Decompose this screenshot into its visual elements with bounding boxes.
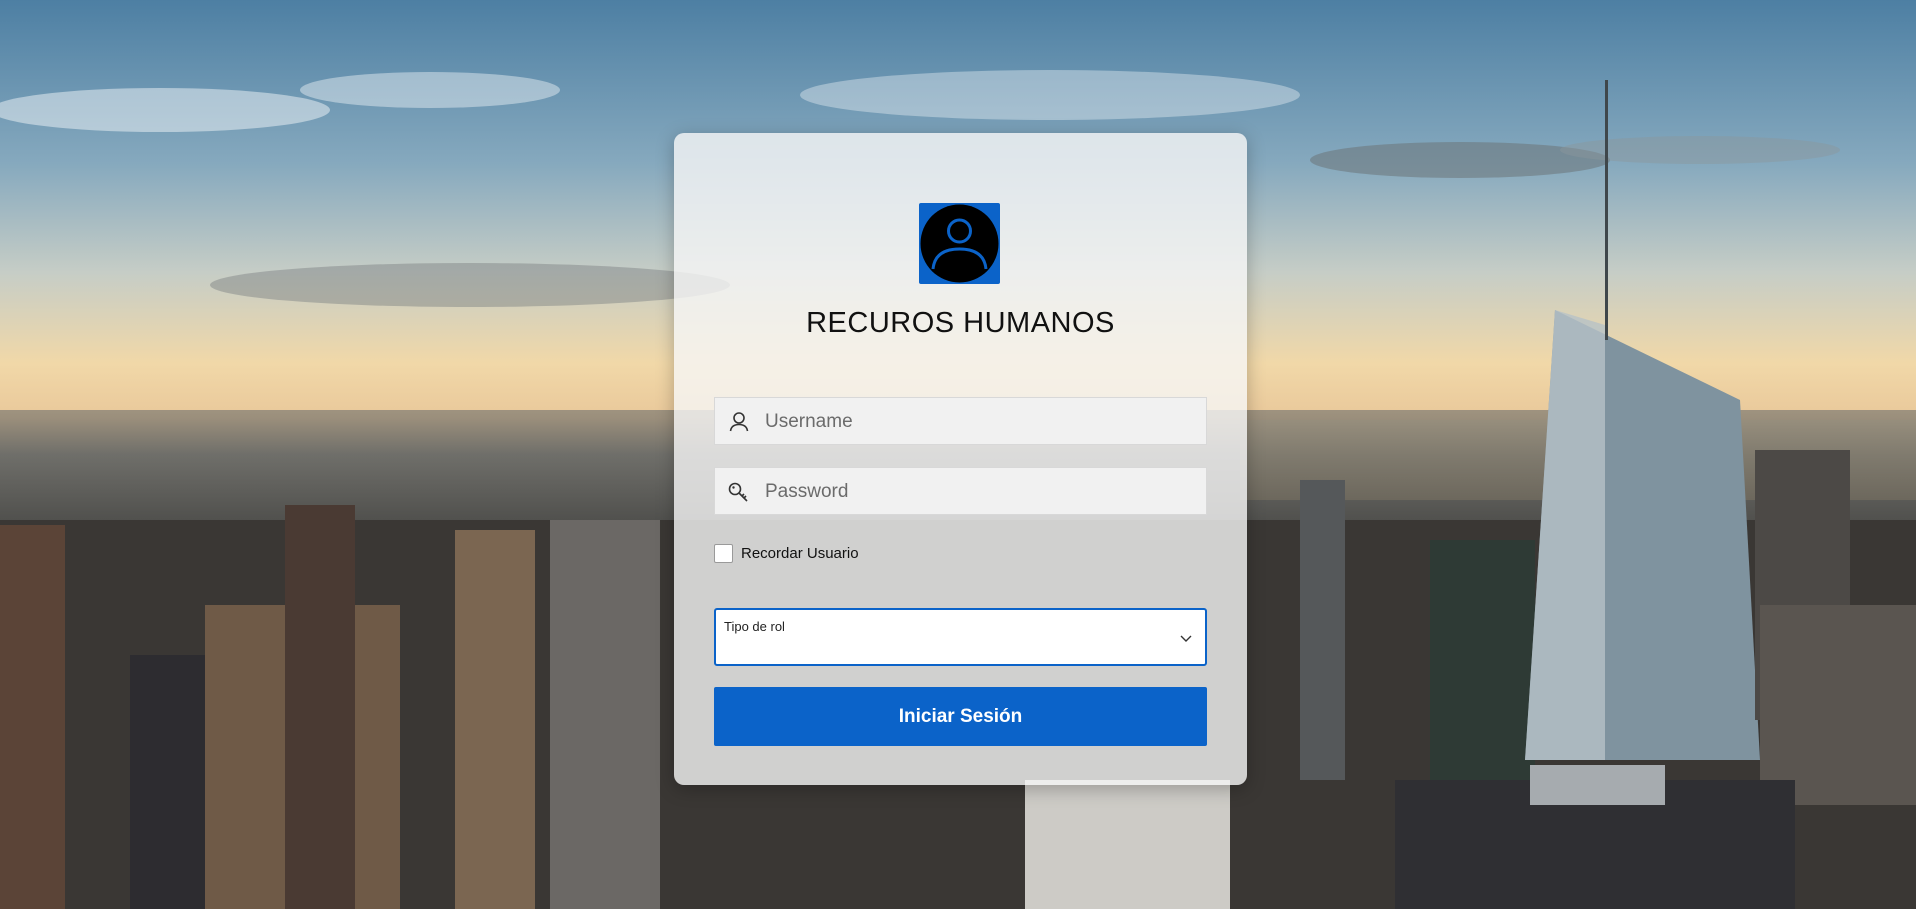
role-type-label: Tipo de rol xyxy=(724,619,785,634)
username-input[interactable] xyxy=(763,398,1197,446)
page-title: RECUROS HUMANOS xyxy=(806,307,1115,339)
key-icon xyxy=(727,480,751,504)
remember-user-checkbox[interactable] xyxy=(714,544,733,563)
remember-user-label[interactable]: Recordar Usuario xyxy=(741,545,859,562)
login-card: RECUROS HUMANOS Recordar Usuario Tipo de… xyxy=(674,133,1247,785)
username-field[interactable] xyxy=(714,397,1207,446)
user-avatar-icon xyxy=(919,203,1000,284)
role-type-select[interactable]: Tipo de rol xyxy=(714,608,1207,666)
password-input[interactable] xyxy=(763,468,1197,516)
login-button[interactable]: Iniciar Sesión xyxy=(714,687,1207,746)
chevron-down-icon[interactable] xyxy=(1179,631,1193,645)
password-field[interactable] xyxy=(714,467,1207,516)
user-icon xyxy=(727,410,751,434)
